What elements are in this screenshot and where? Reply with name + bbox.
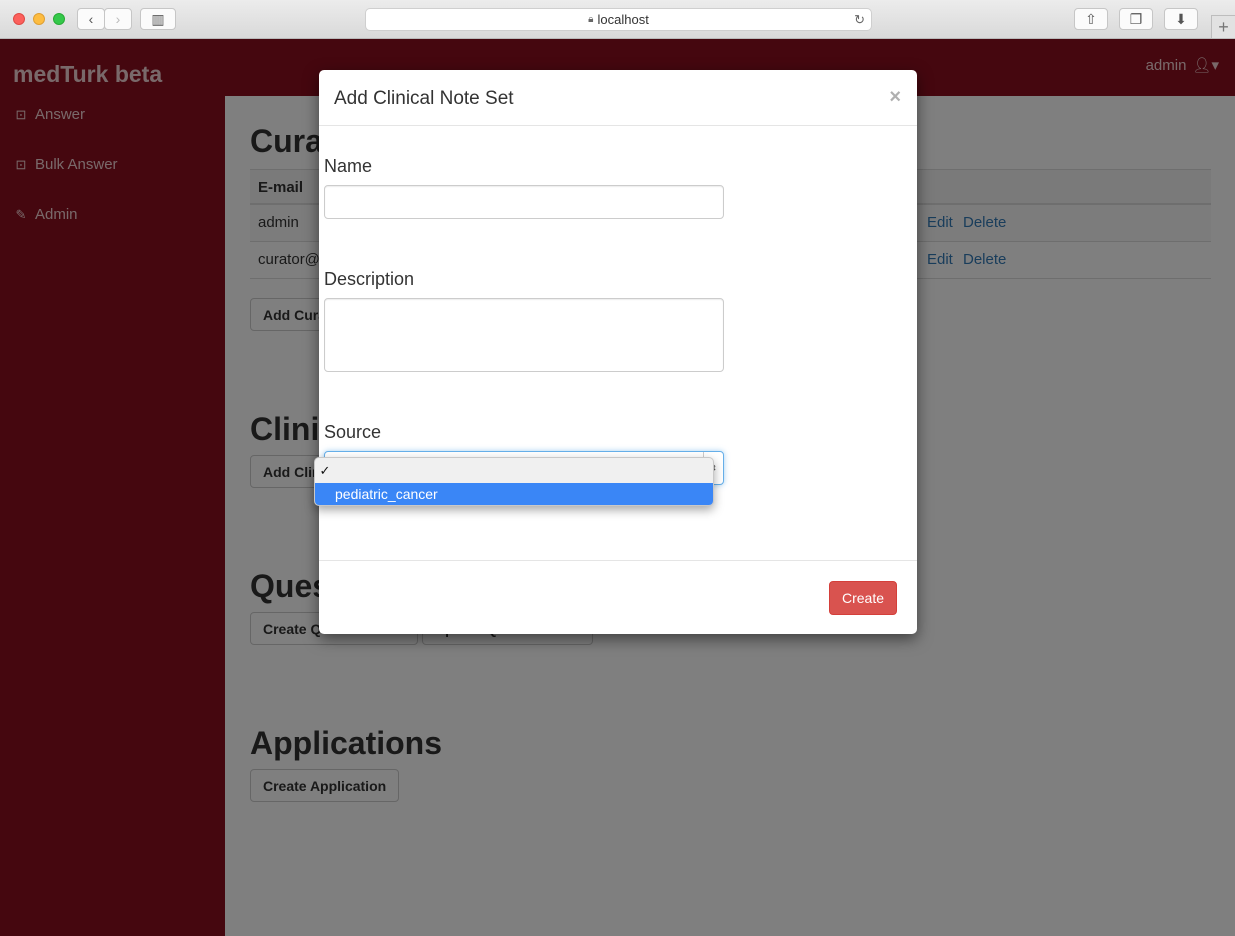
back-button[interactable]: ‹ <box>77 8 105 30</box>
minimize-window-button[interactable] <box>33 13 45 25</box>
modal-footer: Create <box>319 560 917 634</box>
share-icon: ⇧ <box>1085 10 1097 27</box>
chevron-left-icon: ‹ <box>88 11 94 27</box>
maximize-window-button[interactable] <box>53 13 65 25</box>
chevron-right-icon: › <box>115 11 121 27</box>
description-label: Description <box>324 269 415 289</box>
source-option-empty[interactable]: ✓ <box>315 460 713 482</box>
sidebar-toggle-button[interactable]: ▥ <box>140 8 176 30</box>
description-field[interactable] <box>324 298 724 372</box>
create-button[interactable]: Create <box>828 581 897 615</box>
downloads-button[interactable]: ⬇ <box>1164 8 1198 30</box>
close-icon[interactable]: × <box>889 86 901 109</box>
source-option-pediatric-cancer[interactable]: pediatric_cancer <box>315 483 713 505</box>
address-bar[interactable]: 🔒︎ localhost ↻ <box>365 8 872 31</box>
tabs-button[interactable]: ❐ <box>1119 8 1153 30</box>
modal-header: Add Clinical Note Set × <box>319 70 917 126</box>
share-button[interactable]: ⇧ <box>1074 8 1108 30</box>
add-clinical-note-set-modal: Add Clinical Note Set × Name Description… <box>319 70 917 634</box>
tabs-icon: ❐ <box>1129 10 1143 27</box>
source-dropdown-menu: ✓ pediatric_cancer <box>314 457 714 506</box>
name-field[interactable] <box>324 185 724 219</box>
forward-button[interactable]: › <box>104 8 132 30</box>
option-label: pediatric_cancer <box>335 486 438 502</box>
plus-icon: + <box>1218 16 1229 37</box>
app: medTurk beta admin 👤︎▾ ⊡ Answer ⊡ Bulk A… <box>0 39 1235 936</box>
source-label: Source <box>324 422 382 442</box>
browser-toolbar: ‹ › ▥ 🔒︎ localhost ↻ ⇧ ❐ ⬇ + <box>0 0 1235 39</box>
download-icon: ⬇ <box>1175 10 1187 27</box>
sidebar-icon: ▥ <box>151 10 165 27</box>
reload-icon[interactable]: ↻ <box>854 12 865 28</box>
lock-icon: 🔒︎ <box>588 14 594 25</box>
new-tab-button[interactable]: + <box>1211 15 1235 39</box>
modal-title: Add Clinical Note Set <box>334 88 514 109</box>
checkmark-icon: ✓ <box>319 463 331 478</box>
close-window-button[interactable] <box>13 13 25 25</box>
name-label: Name <box>324 156 373 176</box>
url-text: localhost <box>597 12 649 27</box>
